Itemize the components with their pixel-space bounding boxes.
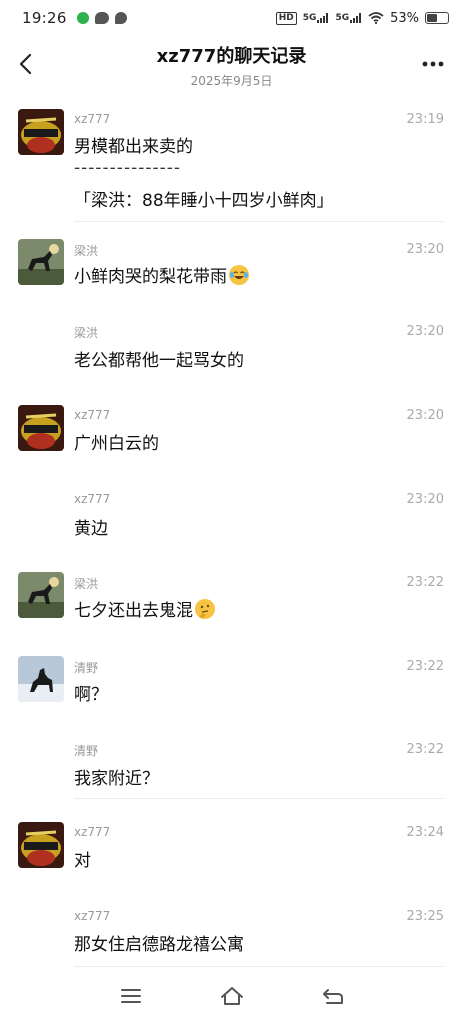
message-item[interactable]: xz777 23:20 广州白云的 — [0, 396, 463, 480]
page-subtitle-date: 2025年9月5日 — [190, 74, 273, 88]
quote-separator: --------------- — [74, 158, 182, 178]
message-item[interactable]: 清野 23:22 啊？ — [0, 647, 463, 731]
message-item[interactable]: xz777 23:20 黄边 — [0, 480, 463, 564]
chat-notification-icon — [94, 12, 109, 24]
sender-name: 清野 — [74, 661, 99, 675]
battery-percent: 53% — [390, 10, 419, 26]
message-divider — [74, 798, 444, 799]
sender-name: 梁洪 — [74, 244, 99, 258]
message-item[interactable]: xz777 23:24 对 — [0, 813, 463, 897]
menu-icon — [120, 989, 141, 1003]
message-text: 那女住启德路龙禧公寓 — [74, 935, 244, 955]
sender-name: 清野 — [74, 744, 99, 758]
more-button[interactable] — [417, 50, 449, 78]
message-time: 23:20 — [406, 408, 444, 423]
more-dots-icon — [422, 61, 444, 67]
laughing-tears-emoji — [229, 265, 249, 285]
message-text: 啊？ — [74, 685, 108, 705]
message-time: 23:19 — [406, 112, 444, 127]
message-item[interactable]: xz777 23:25 那女住启德路龙禧公寓 — [0, 897, 463, 967]
status-bar: 19:26 HD 5G 5G 53% — [0, 0, 463, 36]
message-time: 23:22 — [406, 742, 444, 757]
thinking-emoji — [195, 599, 215, 619]
message-time: 23:25 — [406, 909, 444, 924]
sender-name: 梁洪 — [74, 326, 99, 340]
message-time: 23:20 — [406, 242, 444, 257]
menu-button[interactable] — [113, 978, 149, 1014]
avatar-lianghong[interactable] — [18, 572, 64, 618]
sender-name: xz777 — [74, 408, 111, 422]
system-nav-bar — [0, 968, 463, 1024]
message-item[interactable]: 清野 23:22 我家附近？ — [0, 730, 463, 814]
sender-name: 梁洪 — [74, 577, 99, 591]
home-button[interactable] — [214, 978, 250, 1014]
avatar-xz777[interactable] — [18, 109, 64, 155]
wifi-icon — [368, 12, 384, 24]
back-nav-button[interactable] — [315, 978, 351, 1014]
back-icon — [322, 989, 343, 1004]
header: xz777的聊天记录 2025年9月5日 — [0, 36, 463, 94]
status-time: 19:26 — [22, 9, 67, 27]
message-text: 七夕还出去鬼混 — [74, 596, 215, 621]
message-text: 我家附近？ — [74, 769, 159, 789]
app-notification-icon — [76, 12, 89, 24]
message-item[interactable]: 梁洪 23:20 小鲜肉哭的梨花带雨 — [0, 230, 463, 310]
avatar-lianghong[interactable] — [18, 239, 64, 285]
message-text: 对 — [74, 851, 91, 871]
back-button[interactable] — [10, 48, 40, 80]
sender-name: xz777 — [74, 909, 111, 923]
quoted-message: 「梁洪：88年睡小十四岁小鲜肉」 — [74, 191, 334, 211]
sender-name: xz777 — [74, 492, 111, 506]
message-divider — [74, 966, 444, 967]
message-text: 老公都帮他一起骂女的 — [74, 351, 244, 371]
home-icon — [220, 987, 243, 1005]
chevron-left-icon — [19, 53, 32, 75]
message-time: 23:20 — [406, 492, 444, 507]
sender-name: xz777 — [74, 825, 111, 839]
signal-icon-1: 5G — [303, 13, 330, 23]
sender-name: xz777 — [74, 112, 111, 126]
message-divider — [74, 221, 444, 222]
message-text: 广州白云的 — [74, 434, 159, 454]
message-item[interactable]: 梁洪 23:22 七夕还出去鬼混 — [0, 563, 463, 647]
message-item[interactable]: 梁洪 23:20 老公都帮他一起骂女的 — [0, 312, 463, 396]
message-item[interactable]: xz777 23:19 男模都出来卖的 --------------- 「梁洪：… — [0, 100, 463, 222]
message-notification-icon — [114, 12, 127, 24]
avatar-xz777[interactable] — [18, 405, 64, 451]
avatar-xz777[interactable] — [18, 822, 64, 868]
message-text: 男模都出来卖的 — [74, 137, 193, 157]
avatar-qingye[interactable] — [18, 656, 64, 702]
hd-icon: HD — [275, 11, 297, 25]
signal-icon-2: 5G — [335, 13, 362, 23]
message-time: 23:22 — [406, 575, 444, 590]
message-time: 23:22 — [406, 659, 444, 674]
page-title: xz777的聊天记录 — [156, 46, 307, 67]
battery-icon — [425, 12, 449, 24]
message-time: 23:24 — [406, 825, 444, 840]
message-text: 小鲜肉哭的梨花带雨 — [74, 262, 249, 287]
message-text: 黄边 — [74, 519, 108, 539]
message-time: 23:20 — [406, 324, 444, 339]
